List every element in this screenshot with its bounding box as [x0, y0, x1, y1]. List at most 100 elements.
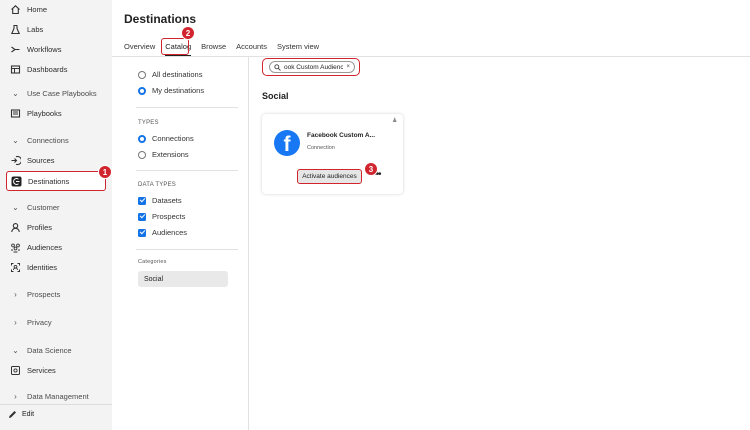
- sidebar-item-playbooks[interactable]: Playbooks: [6, 104, 106, 122]
- sidebar-section-label: Connections: [27, 135, 69, 145]
- filter-label: Audiences: [152, 228, 188, 237]
- checkbox-checked: [138, 196, 146, 205]
- filter-label: All destinations: [152, 70, 203, 79]
- edit-label: Edit: [22, 411, 35, 418]
- checkbox-checked: [138, 212, 146, 221]
- workflow-icon: [10, 44, 21, 55]
- sidebar-item-workflows[interactable]: Workflows: [6, 40, 106, 58]
- filter-label: Datasets: [152, 196, 182, 205]
- filter-label: My destinations: [152, 86, 205, 95]
- sidebar: Home Labs Workflows Dashboards ⌄ Use Cas…: [0, 0, 112, 430]
- filter-connections[interactable]: Connections: [138, 134, 194, 143]
- search-value: ook Custom Audience: [284, 63, 344, 71]
- home-icon: [10, 4, 21, 15]
- categories-title: Categories: [138, 259, 167, 265]
- chevron-down-icon: ⌄: [12, 88, 19, 98]
- sidebar-item-label: Home: [27, 4, 48, 14]
- callout-badge-3: 3: [364, 162, 378, 176]
- account-icon: ♟: [392, 118, 398, 124]
- sidebar-item-label: Playbooks: [27, 108, 62, 118]
- search-icon: [274, 63, 281, 71]
- section-title-social: Social: [262, 91, 289, 101]
- identities-icon: [10, 262, 21, 273]
- sidebar-section-data-management[interactable]: › Data Management: [6, 387, 106, 405]
- sidebar-section-privacy[interactable]: › Privacy: [6, 313, 106, 331]
- services-icon: [10, 365, 21, 376]
- sidebar-item-identities[interactable]: Identities: [6, 258, 106, 276]
- filter-my-destinations[interactable]: My destinations: [138, 86, 204, 95]
- card-subtitle: Connection: [307, 145, 335, 151]
- audiences-icon: [10, 242, 21, 253]
- chevron-right-icon: ›: [14, 289, 17, 299]
- filter-all-destinations[interactable]: All destinations: [138, 70, 202, 79]
- filter-audiences[interactable]: Audiences: [138, 228, 187, 237]
- filter-divider: [136, 107, 238, 108]
- filter-datasets[interactable]: Datasets: [138, 196, 182, 205]
- page-title: Destinations: [124, 12, 197, 26]
- sidebar-item-label: Labs: [27, 24, 44, 34]
- facebook-logo-icon: f: [274, 130, 300, 156]
- sidebar-item-label: Services: [27, 365, 56, 375]
- radio-button: [138, 70, 146, 79]
- filter-divider: [136, 170, 238, 171]
- sidebar-section-label: Data Management: [27, 391, 89, 401]
- sidebar-item-dashboards[interactable]: Dashboards: [6, 60, 106, 78]
- search-highlight: ook Custom Audience ×: [262, 58, 360, 76]
- chevron-down-icon: ⌄: [12, 135, 19, 145]
- tab-accounts[interactable]: Accounts: [236, 40, 267, 53]
- data-types-title: DATA TYPES: [138, 182, 177, 188]
- sidebar-section-data-science[interactable]: ⌄ Data Science: [6, 341, 106, 359]
- sidebar-item-profiles[interactable]: Profiles: [6, 218, 106, 236]
- destinations-icon: [11, 176, 22, 187]
- sidebar-section-label: Prospects: [27, 289, 61, 299]
- sidebar-section-label: Privacy: [27, 317, 52, 327]
- sidebar-item-destinations[interactable]: Destinations: [6, 171, 106, 191]
- flask-icon: [10, 24, 21, 35]
- tab-system-view[interactable]: System view: [277, 40, 319, 53]
- chevron-right-icon: ›: [14, 317, 17, 327]
- clear-search-icon[interactable]: ×: [346, 64, 350, 70]
- sidebar-item-label: Workflows: [27, 44, 62, 54]
- chevron-down-icon: ⌄: [12, 202, 19, 212]
- card-title: Facebook Custom A...: [307, 132, 376, 139]
- activate-audiences-button[interactable]: Activate audiences: [297, 169, 362, 184]
- sidebar-item-label: Audiences: [27, 242, 63, 252]
- pencil-icon: [8, 410, 17, 419]
- edit-button[interactable]: Edit: [8, 410, 34, 419]
- radio-button-selected: [138, 86, 146, 95]
- tab-bar: Overview Catalog Browse Accounts System …: [124, 40, 319, 57]
- sidebar-item-home[interactable]: Home: [6, 0, 106, 18]
- checkbox-checked: [138, 228, 146, 237]
- playbook-icon: [10, 108, 21, 119]
- sidebar-section-label: Data Science: [27, 345, 72, 355]
- filter-divider: [136, 249, 238, 250]
- category-social[interactable]: Social: [138, 271, 228, 287]
- radio-button: [138, 150, 146, 159]
- tab-browse[interactable]: Browse: [201, 40, 226, 53]
- dashboard-icon: [10, 64, 21, 75]
- sidebar-item-label: Destinations: [28, 176, 70, 186]
- callout-badge-1: 1: [98, 165, 112, 179]
- tab-overview[interactable]: Overview: [124, 40, 155, 53]
- destination-card-facebook[interactable]: f ♟ Facebook Custom A... Connection Acti…: [262, 114, 403, 194]
- filter-label: Prospects: [152, 212, 186, 221]
- sidebar-section-use-case-playbooks[interactable]: ⌄ Use Case Playbooks: [6, 84, 106, 102]
- types-title: TYPES: [138, 120, 159, 126]
- sidebar-item-label: Sources: [27, 155, 55, 165]
- chevron-down-icon: ⌄: [12, 345, 19, 355]
- filter-extensions[interactable]: Extensions: [138, 150, 189, 159]
- sidebar-item-services[interactable]: Services: [6, 361, 106, 379]
- chevron-right-icon: ›: [14, 391, 17, 401]
- callout-badge-2: 2: [181, 26, 195, 40]
- filter-prospects[interactable]: Prospects: [138, 212, 185, 221]
- sidebar-section-customer[interactable]: ⌄ Customer: [6, 198, 106, 216]
- sidebar-item-labs[interactable]: Labs: [6, 20, 106, 38]
- sidebar-item-label: Dashboards: [27, 64, 68, 74]
- sidebar-item-label: Profiles: [27, 222, 53, 232]
- filter-label: Extensions: [152, 150, 189, 159]
- search-input[interactable]: ook Custom Audience ×: [269, 61, 355, 73]
- sidebar-item-sources[interactable]: Sources: [6, 151, 106, 169]
- sidebar-section-prospects[interactable]: › Prospects: [6, 285, 106, 303]
- sidebar-section-connections[interactable]: ⌄ Connections: [6, 131, 106, 149]
- sidebar-item-audiences[interactable]: Audiences: [6, 238, 106, 256]
